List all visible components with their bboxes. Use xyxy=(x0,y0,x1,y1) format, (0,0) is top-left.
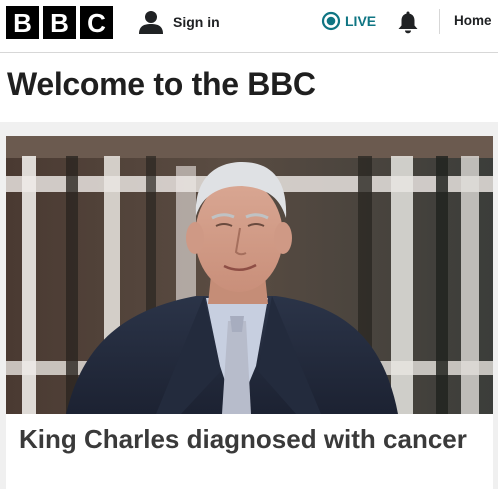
header-divider xyxy=(439,9,440,34)
logo-letter-b1: B xyxy=(6,6,39,39)
live-label: LIVE xyxy=(345,13,377,29)
notifications-button[interactable] xyxy=(397,10,419,34)
logo-letter-c: C xyxy=(80,6,113,39)
live-indicator-icon xyxy=(321,11,341,31)
story-headline[interactable]: King Charles diagnosed with cancer xyxy=(19,423,479,455)
top-story-card[interactable]: King Charles diagnosed with cancer xyxy=(6,136,493,489)
bell-icon xyxy=(398,11,418,34)
logo-letter-b2: B xyxy=(43,6,76,39)
page-title: Welcome to the BBC xyxy=(7,66,316,102)
user-icon xyxy=(139,11,163,34)
site-header: B B C Sign in LIVE Home xyxy=(0,0,498,53)
sign-in-button[interactable]: Sign in xyxy=(138,8,220,36)
live-button[interactable]: LIVE xyxy=(321,10,376,32)
bbc-logo[interactable]: B B C xyxy=(6,6,113,39)
sign-in-label: Sign in xyxy=(173,14,220,30)
home-link[interactable]: Home xyxy=(454,13,492,28)
story-image[interactable] xyxy=(6,136,493,414)
portrait-photo-icon xyxy=(6,136,493,414)
